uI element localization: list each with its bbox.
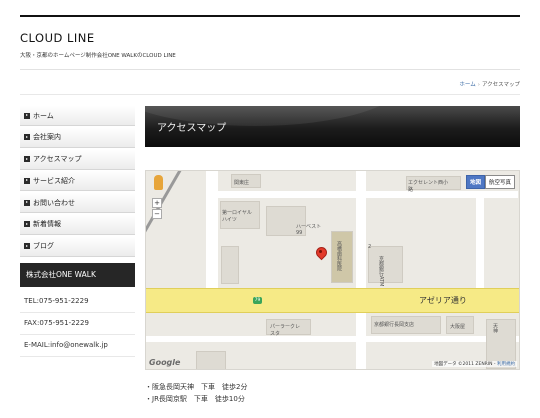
nav-label: ブログ [33, 242, 54, 251]
map-building [368, 246, 403, 283]
map-type-satellite-button[interactable]: 航空写真 [484, 175, 515, 189]
map-type-map-button[interactable]: 地図 [465, 175, 485, 189]
map-building [221, 246, 239, 284]
nav-label: 新着情報 [33, 220, 61, 229]
nav-item-home[interactable]: ホーム [20, 106, 135, 126]
map-label: 関東庄 [234, 180, 250, 186]
nav-label: 会社案内 [33, 133, 61, 142]
nav-label: ホーム [33, 111, 54, 120]
map-label: エクセレント西小路 [408, 180, 449, 193]
breadcrumb-home-link[interactable]: ホーム [459, 82, 475, 88]
divider [20, 69, 520, 70]
access-line: ・阪急長岡天神 下車 徒歩2分 [145, 383, 248, 391]
map-road [218, 191, 518, 198]
divider [20, 94, 520, 95]
avenue-name-label: アゼリア通り [419, 296, 467, 305]
site-tagline: 大阪・京都のホームページ制作会社ONE WALKのCLOUD LINE [20, 53, 176, 59]
access-line: ・JR長岡京駅 下車 徒歩10分 [145, 395, 245, 403]
fax-line: FAX:075-951-2229 [20, 313, 135, 335]
nav-label: アクセスマップ [33, 155, 82, 164]
access-directions: ・阪急長岡天神 下車 徒歩2分 ・JR長岡京駅 下車 徒歩10分 [145, 381, 247, 405]
access-map[interactable]: アゼリア通り 79 関東庄 第一ロイヤルハイツ ハーベスト99 エクセレント西小… [145, 170, 520, 370]
zoom-in-button[interactable]: + [152, 198, 162, 208]
top-rule [20, 15, 520, 17]
nav-item-access-map[interactable]: アクセスマップ [20, 149, 135, 170]
tel-line: TEL:075-951-2229 [20, 291, 135, 313]
map-label: 2 [368, 244, 372, 250]
page-heading: アクセスマップ [145, 106, 520, 147]
email-line[interactable]: E-MAIL:info@onewalk.jp [20, 335, 135, 357]
location-pin-dot [319, 250, 322, 253]
page-title: アクセスマップ [157, 123, 227, 134]
arrow-bullet-icon [24, 243, 30, 250]
nav-item-blog[interactable]: ブログ [20, 236, 135, 257]
google-logo[interactable]: Google [149, 358, 180, 367]
nav-label: お問い合わせ [33, 198, 75, 207]
sidebar: ホーム 会社案内 アクセスマップ サービス紹介 お問い合わせ 新着情報 ブログ … [20, 106, 135, 357]
map-label: 第一ロイヤルハイツ [222, 210, 252, 223]
breadcrumb: ホーム › アクセスマップ [459, 80, 520, 88]
terms-link[interactable]: 利用規約 [497, 362, 515, 367]
map-building [196, 351, 226, 369]
zoom-out-button[interactable]: − [152, 209, 162, 219]
breadcrumb-separator: › [477, 82, 480, 88]
map-label: 京都銀行長岡支店 [374, 322, 415, 328]
map-label: 高橋歯科医院 [336, 241, 342, 271]
nav-item-company[interactable]: 会社案内 [20, 127, 135, 148]
nav-item-services[interactable]: サービス紹介 [20, 171, 135, 192]
arrow-bullet-icon [24, 199, 30, 206]
arrow-bullet-icon [24, 156, 30, 163]
map-road [146, 336, 519, 342]
map-road [206, 171, 218, 288]
map-type-control: 地図 航空写真 [465, 175, 515, 189]
route-number-marker: 79 [253, 297, 262, 304]
nav-item-news[interactable]: 新着情報 [20, 214, 135, 235]
breadcrumb-current: アクセスマップ [481, 82, 520, 88]
map-road [476, 198, 484, 288]
map-label: 天神 [492, 323, 498, 333]
street-view-pegman-icon[interactable] [154, 175, 163, 190]
map-label: 京都銀行ATM [378, 256, 384, 287]
main-content: アクセスマップ アゼリア通り 79 関東庄 第一ロイヤルハイツ ハーベスト99 … [145, 106, 520, 403]
map-copyright: 地図データ ©2011 ZENRIN - 利用規約 [432, 361, 517, 367]
arrow-bullet-icon [24, 221, 30, 228]
company-name-box: 株式会社ONE WALK [20, 262, 135, 287]
arrow-bullet-icon [24, 134, 30, 141]
nav-label: サービス紹介 [33, 176, 75, 185]
map-label: 大阪屋 [450, 324, 466, 330]
site-title[interactable]: CLOUD LINE [20, 31, 95, 45]
arrow-bullet-icon [24, 112, 30, 119]
copyright-text: 地図データ ©2011 ZENRIN - [434, 362, 496, 367]
map-label: ハーベスト99 [296, 224, 322, 236]
nav-item-contact[interactable]: お問い合わせ [20, 193, 135, 214]
arrow-bullet-icon [24, 177, 30, 184]
map-label: パーラークレスタ [270, 324, 301, 337]
sidebar-nav: ホーム 会社案内 アクセスマップ サービス紹介 お問い合わせ 新着情報 ブログ [20, 106, 135, 257]
